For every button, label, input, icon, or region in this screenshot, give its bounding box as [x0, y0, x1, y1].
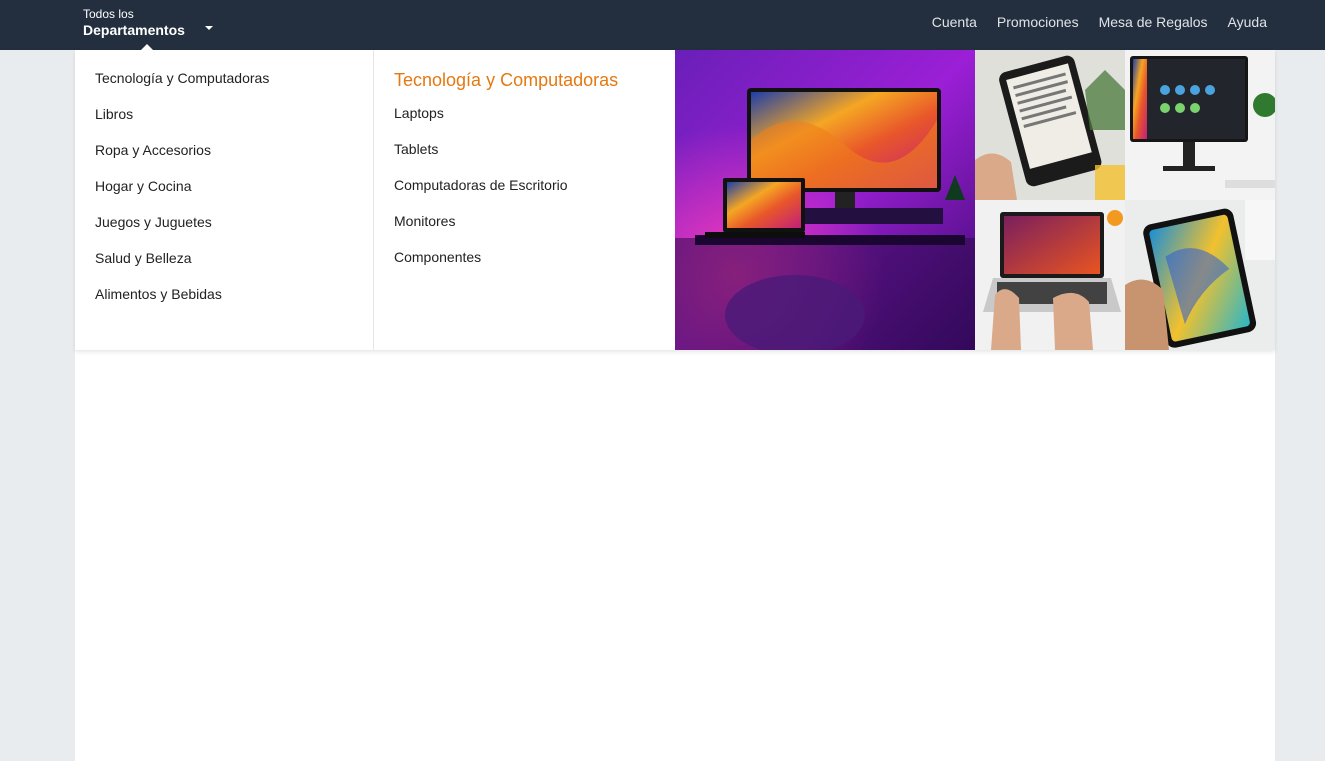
category-item-salud[interactable]: Salud y Belleza	[75, 248, 373, 284]
category-item-tecnologia[interactable]: Tecnología y Computadoras	[75, 68, 373, 104]
top-bar: Todos los Departamentos Cuenta Promocion…	[0, 0, 1325, 50]
promo-images	[675, 50, 1275, 350]
ereader-image	[975, 50, 1125, 200]
subcategory-monitors[interactable]: Monitores	[394, 213, 655, 249]
desktop-monitor-image	[1125, 50, 1275, 200]
all-departments-button[interactable]: Todos los Departamentos	[83, 6, 218, 44]
nav-promotions-link[interactable]: Promociones	[997, 14, 1079, 30]
departments-label-small: Todos los	[83, 7, 134, 21]
category-item-alimentos[interactable]: Alimentos y Bebidas	[75, 284, 373, 320]
category-item-libros[interactable]: Libros	[75, 104, 373, 140]
departments-mega-menu: Tecnología y Computadoras Libros Ropa y …	[75, 50, 1275, 350]
nav-help-link[interactable]: Ayuda	[1228, 14, 1267, 30]
category-item-hogar[interactable]: Hogar y Cocina	[75, 176, 373, 212]
promo-image-collage	[675, 50, 1275, 350]
top-navigation: Cuenta Promociones Mesa de Regalos Ayuda	[932, 0, 1267, 44]
subcategory-title[interactable]: Tecnología y Computadoras	[394, 68, 655, 92]
nav-gift-registry-link[interactable]: Mesa de Regalos	[1099, 14, 1208, 30]
subcategory-panel: Tecnología y Computadoras Laptops Tablet…	[374, 50, 675, 350]
departments-label: Departamentos	[83, 22, 185, 38]
subcategory-tablets[interactable]: Tablets	[394, 141, 655, 177]
category-item-juegos[interactable]: Juegos y Juguetes	[75, 212, 373, 248]
category-item-ropa[interactable]: Ropa y Accesorios	[75, 140, 373, 176]
tablet-image	[1125, 200, 1275, 350]
subcategory-components[interactable]: Componentes	[394, 249, 655, 285]
laptop-image	[975, 200, 1125, 350]
nav-account-link[interactable]: Cuenta	[932, 14, 977, 30]
subcategory-desktops[interactable]: Computadoras de Escritorio	[394, 177, 655, 213]
category-list: Tecnología y Computadoras Libros Ropa y …	[75, 50, 374, 350]
caret-down-icon	[205, 26, 213, 30]
subcategory-laptops[interactable]: Laptops	[394, 105, 655, 141]
desk-setup-image	[675, 50, 975, 350]
